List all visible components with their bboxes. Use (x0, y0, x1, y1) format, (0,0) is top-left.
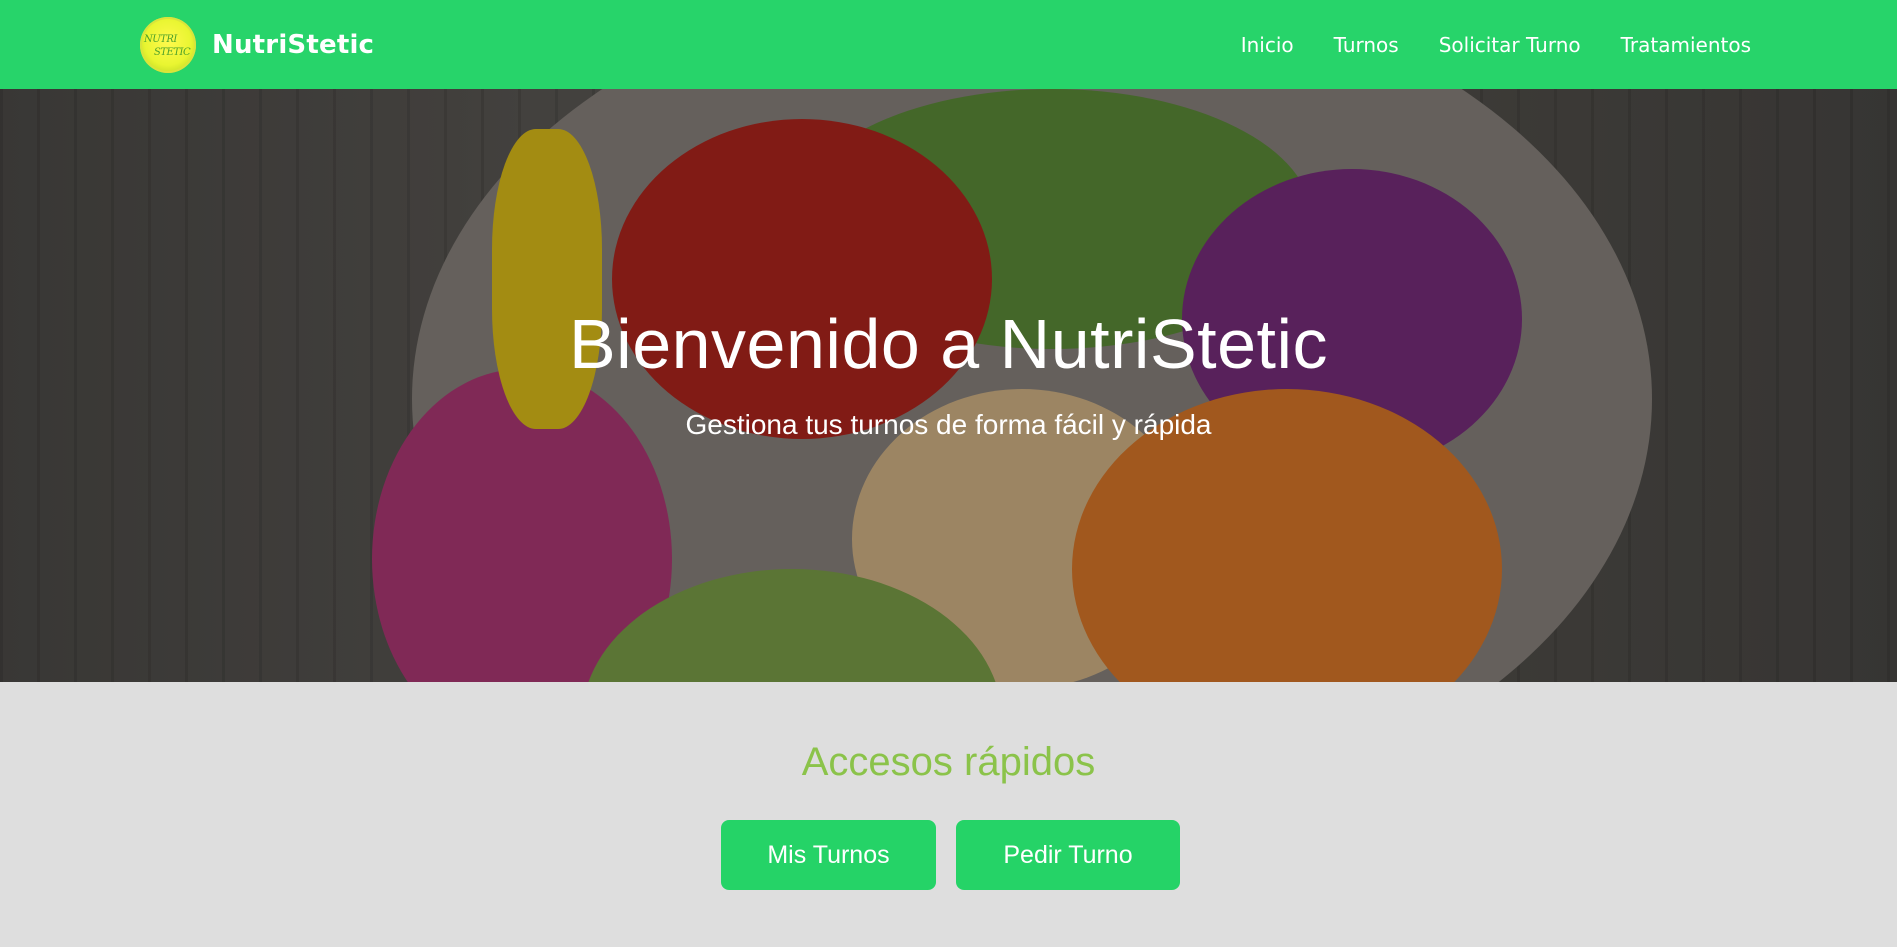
hero-banner: Bienvenido a NutriStetic Gestiona tus tu… (0, 89, 1897, 682)
nutristetic-logo: NUTRI STETIC (140, 17, 196, 73)
logo-text-line1: NUTRI (144, 34, 177, 45)
logo-text-line2: STETIC (154, 47, 191, 58)
hero-subtitle: Gestiona tus turnos de forma fácil y ráp… (685, 409, 1212, 440)
hero-overlay (0, 89, 1897, 682)
nav-link-inicio[interactable]: Inicio (1241, 33, 1294, 57)
brand-link[interactable]: NUTRI STETIC NutriStetic (140, 16, 374, 74)
main-nav: Inicio Turnos Solicitar Turno Tratamient… (1201, 0, 1751, 89)
pedir-turno-button[interactable]: Pedir Turno (956, 820, 1180, 890)
quick-access-section: Accesos rápidos Mis Turnos Pedir Turno (0, 682, 1897, 947)
nav-link-turnos[interactable]: Turnos (1334, 33, 1399, 57)
nav-link-solicitar-turno[interactable]: Solicitar Turno (1439, 33, 1581, 57)
mis-turnos-button[interactable]: Mis Turnos (721, 820, 936, 890)
navbar: NUTRI STETIC NutriStetic Inicio Turnos S… (0, 0, 1897, 89)
hero-title: Bienvenido a NutriStetic (568, 305, 1329, 383)
quick-access-title: Accesos rápidos (801, 740, 1096, 784)
brand-name: NutriStetic (212, 30, 375, 60)
nav-link-tratamientos[interactable]: Tratamientos (1621, 33, 1751, 57)
